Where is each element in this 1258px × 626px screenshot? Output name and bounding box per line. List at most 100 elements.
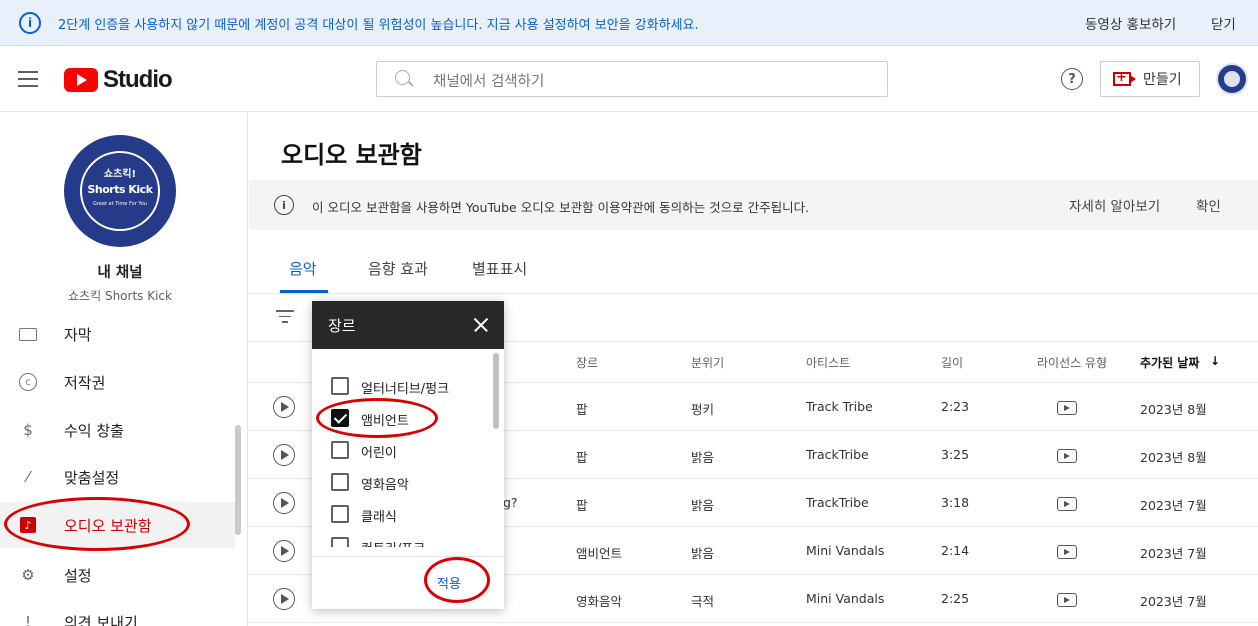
page-title: 오디오 보관함: [281, 141, 422, 169]
license-icon[interactable]: [1057, 593, 1077, 607]
tab-starred[interactable]: 별표표시: [472, 258, 527, 279]
channel-avatar[interactable]: 쇼츠킥! Shorts Kick Great at Time For You: [64, 135, 176, 247]
genre-options-list: 얼터너티브/펑크 앰비언트 어린이 영화음악 클래식 컨트리/포크: [312, 349, 504, 547]
sidebar-item-monetization[interactable]: $ 수익 창출: [0, 407, 235, 453]
help-icon[interactable]: ?: [1061, 68, 1083, 90]
tab-sound-effects[interactable]: 음향 효과: [368, 258, 428, 279]
search-icon: [395, 70, 410, 85]
play-icon[interactable]: [273, 492, 295, 514]
license-icon[interactable]: [1057, 449, 1077, 463]
track-added-date: 2023년 7월: [1140, 594, 1207, 609]
track-mood: 밝음: [691, 498, 715, 513]
promote-video-link[interactable]: 동영상 홍보하기: [1085, 13, 1176, 33]
audio-tabs: 음악 음향 효과 별표표시: [249, 240, 1258, 294]
track-length: 2:23: [941, 399, 970, 414]
sidebar-item-label: 수익 창출: [64, 422, 124, 440]
terms-notice: i 이 오디오 보관함을 사용하면 YouTube 오디오 보관함 이용약관에 …: [249, 180, 1258, 230]
license-icon[interactable]: [1057, 497, 1077, 511]
create-video-icon: [1113, 70, 1136, 86]
studio-logo[interactable]: Studio: [64, 66, 173, 94]
play-icon[interactable]: [273, 540, 295, 562]
sidebar-item-label: 설정: [64, 567, 92, 585]
popup-title: 장르: [328, 317, 356, 335]
create-button[interactable]: 만들기: [1100, 61, 1200, 97]
checkbox[interactable]: [331, 505, 349, 523]
checkbox[interactable]: [331, 537, 349, 547]
dollar-icon: $: [23, 421, 33, 439]
play-icon[interactable]: [273, 588, 295, 610]
track-genre: 영화음악: [576, 594, 623, 609]
checkbox-checked[interactable]: [331, 409, 349, 427]
column-artist[interactable]: 아티스트: [806, 354, 850, 371]
popup-footer: 적용: [312, 556, 504, 609]
sidebar-item-label: 저작권: [64, 374, 106, 392]
popup-header: 장르: [312, 301, 504, 349]
avatar-text-tagline: Great at Time For You: [93, 201, 147, 207]
column-added-date[interactable]: 추가된 날짜: [1140, 354, 1199, 371]
track-added-date: 2023년 8월: [1140, 450, 1207, 465]
sidebar-item-copyright[interactable]: c 저작권: [0, 359, 235, 405]
create-label: 만들기: [1143, 72, 1182, 88]
magic-wand-icon: ⁄: [26, 468, 30, 486]
info-icon: i: [19, 12, 41, 34]
play-icon[interactable]: [273, 396, 295, 418]
track-artist[interactable]: TrackTribe: [806, 495, 869, 510]
learn-more-link[interactable]: 자세히 알아보기: [1069, 195, 1160, 215]
track-length: 3:25: [941, 447, 970, 462]
banner-close-button[interactable]: 닫기: [1211, 13, 1236, 33]
sidebar-item-subtitles[interactable]: 자막: [0, 311, 235, 357]
confirm-button[interactable]: 확인: [1196, 195, 1221, 215]
track-mood: 밝음: [691, 546, 715, 561]
track-artist[interactable]: Mini Vandals: [806, 591, 884, 606]
apply-button[interactable]: 적용: [437, 573, 461, 592]
track-length: 3:18: [941, 495, 970, 510]
feedback-icon: !: [24, 613, 31, 626]
account-avatar[interactable]: [1216, 63, 1248, 95]
sidebar-item-label: 의견 보내기: [64, 614, 138, 626]
channel-name: 쇼츠킥 Shorts Kick: [68, 289, 172, 303]
sidebar: 쇼츠킥! Shorts Kick Great at Time For You 내…: [0, 113, 248, 626]
track-added-date: 2023년 8월: [1140, 402, 1207, 417]
sidebar-item-customization[interactable]: ⁄ 맞춤설정: [0, 454, 235, 500]
sidebar-scrollbar[interactable]: [235, 425, 241, 535]
genre-option-label: 컨트리/포크: [361, 538, 425, 547]
info-icon: i: [274, 195, 294, 215]
column-license[interactable]: 라이선스 유형: [1037, 354, 1107, 371]
genre-option-label: 얼터너티브/펑크: [361, 382, 450, 397]
gear-icon: ⚙: [21, 566, 35, 584]
sidebar-item-settings[interactable]: ⚙ 설정: [0, 552, 235, 598]
filter-icon[interactable]: [276, 310, 294, 324]
tab-music[interactable]: 음악: [289, 258, 317, 279]
column-mood[interactable]: 분위기: [691, 354, 724, 371]
track-title-tail: g?: [503, 495, 518, 510]
checkbox[interactable]: [331, 377, 349, 395]
license-icon[interactable]: [1057, 545, 1077, 559]
close-icon[interactable]: [472, 313, 490, 335]
track-artist[interactable]: TrackTribe: [806, 447, 869, 462]
track-genre: 팝: [576, 450, 588, 465]
channel-title: 내 채널: [97, 265, 143, 281]
track-artist[interactable]: Mini Vandals: [806, 543, 884, 558]
sidebar-item-label: 맞춤설정: [64, 469, 120, 487]
sort-arrow-icon[interactable]: ↓: [1210, 354, 1220, 368]
track-genre: 팝: [576, 402, 588, 417]
license-icon[interactable]: [1057, 401, 1077, 415]
sidebar-item-feedback[interactable]: ! 의견 보내기: [0, 599, 235, 626]
sidebar-item-audio-library[interactable]: ♪ 오디오 보관함: [0, 502, 235, 548]
menu-icon[interactable]: [18, 71, 38, 87]
track-added-date: 2023년 7월: [1140, 546, 1207, 561]
column-length[interactable]: 길이: [941, 354, 963, 371]
track-artist[interactable]: Track Tribe: [806, 399, 873, 414]
track-mood: 밝음: [691, 450, 715, 465]
track-length: 2:25: [941, 591, 970, 606]
search-input[interactable]: 채널에서 검색하기: [376, 61, 888, 97]
column-genre[interactable]: 장르: [576, 354, 598, 371]
studio-logo-text: Studio: [103, 66, 173, 93]
checkbox[interactable]: [331, 473, 349, 491]
track-genre: 앰비언트: [576, 546, 623, 561]
avatar-text-main: Shorts Kick: [87, 183, 153, 196]
checkbox[interactable]: [331, 441, 349, 459]
popup-scrollbar[interactable]: [493, 353, 499, 429]
sidebar-item-label: 자막: [64, 326, 92, 344]
play-icon[interactable]: [273, 444, 295, 466]
